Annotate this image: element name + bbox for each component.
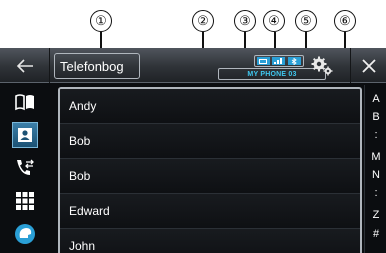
index-letter[interactable]: N: [365, 169, 386, 181]
status-icons: [254, 55, 304, 67]
side-nav: [0, 84, 50, 253]
callout-1: ①: [90, 10, 112, 32]
battery-icon: [257, 57, 271, 65]
contact-name: Andy: [69, 99, 97, 113]
contact-name: John: [69, 239, 96, 253]
callout-4: ④: [263, 10, 285, 32]
back-button[interactable]: [0, 48, 50, 83]
close-button[interactable]: [350, 48, 386, 83]
gears-icon: [311, 56, 333, 76]
nav-contacts[interactable]: [0, 118, 50, 151]
nav-call-history[interactable]: [0, 151, 50, 184]
page-title: Telefonbog: [54, 53, 140, 79]
index-separator: :: [374, 187, 378, 199]
index-letter[interactable]: Z: [365, 209, 386, 221]
nav-phonebook[interactable]: [0, 85, 50, 118]
bluetooth-icon: [287, 57, 301, 65]
contact-row[interactable]: Bob: [60, 124, 360, 159]
contact-name: Bob: [69, 134, 91, 148]
callout-2: ②: [192, 10, 214, 32]
contact-name: Edward: [69, 204, 110, 218]
call-history-icon: [17, 159, 34, 175]
callout-6: ⑥: [334, 10, 356, 32]
contact-name: Bob: [69, 169, 91, 183]
phonebook-screen: Telefonbog MY PHONE 03 Andy Bob Bob Edwa…: [0, 48, 386, 253]
contact-list: Andy Bob Bob Edward John: [58, 87, 362, 253]
signal-strength-icon: [272, 57, 286, 65]
index-letter[interactable]: A: [365, 93, 386, 105]
index-separator: :: [374, 129, 378, 141]
callout-3: ③: [234, 10, 256, 32]
contacts-card-icon: [18, 127, 32, 142]
contact-row[interactable]: John: [60, 229, 360, 253]
close-icon: [361, 58, 376, 73]
contact-row[interactable]: Edward: [60, 194, 360, 229]
settings-button[interactable]: [307, 53, 337, 79]
callout-5: ⑤: [295, 10, 317, 32]
contact-row[interactable]: Bob: [60, 159, 360, 194]
header-bar: Telefonbog MY PHONE 03: [0, 48, 386, 83]
nav-voice-recognition[interactable]: [0, 217, 50, 250]
voice-recognition-icon: [15, 223, 35, 244]
alphabet-index[interactable]: A B : M N : Z #: [364, 85, 386, 253]
phonebook-book-icon: [15, 93, 34, 110]
nav-keypad[interactable]: [0, 184, 50, 217]
keypad-icon: [16, 191, 34, 210]
index-letter[interactable]: M: [365, 151, 386, 163]
index-letter[interactable]: #: [365, 228, 386, 240]
index-letter[interactable]: B: [365, 111, 386, 123]
back-icon: [16, 58, 33, 73]
contact-row[interactable]: Andy: [60, 89, 360, 124]
